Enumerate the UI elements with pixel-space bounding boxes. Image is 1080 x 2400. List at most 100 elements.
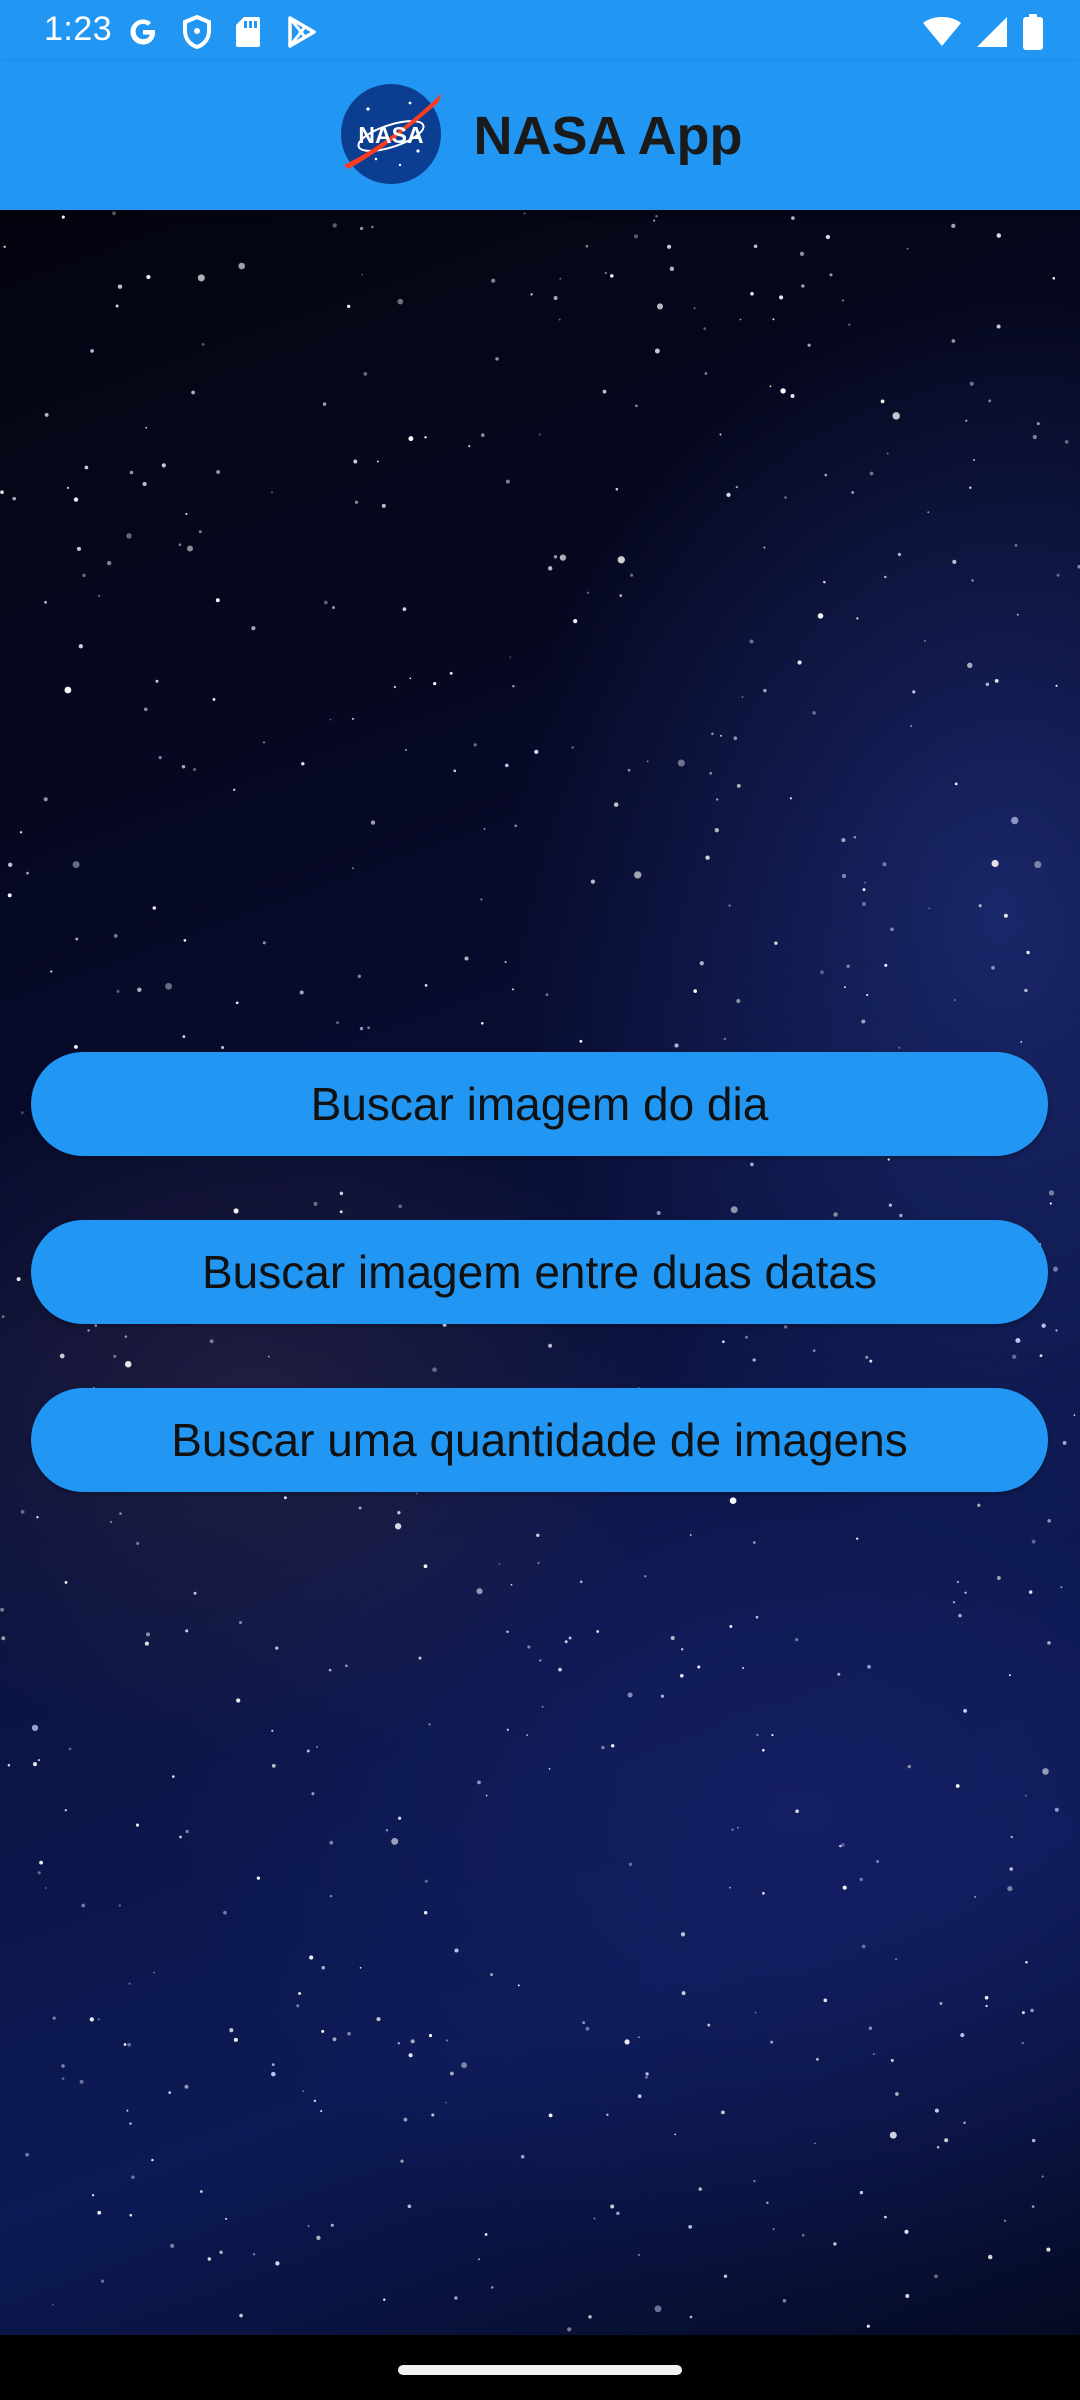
star: [385, 1829, 389, 1832]
star: [1, 1636, 6, 1641]
star: [1024, 1794, 1027, 1797]
star: [996, 324, 1001, 329]
star: [1025, 1961, 1028, 1964]
star: [505, 763, 509, 768]
star: [689, 1534, 692, 1536]
star: [704, 372, 708, 375]
star: [229, 2028, 234, 2033]
star: [894, 1958, 898, 1961]
star: [904, 2229, 909, 2234]
star: [283, 1496, 287, 1500]
star: [736, 783, 741, 788]
star: [653, 219, 656, 222]
star: [129, 2122, 132, 2125]
star: [8, 862, 13, 867]
star: [352, 867, 354, 870]
star: [1047, 1518, 1052, 1523]
star: [864, 881, 866, 884]
star: [882, 862, 887, 867]
star: [880, 399, 885, 404]
star: [1060, 1586, 1063, 1589]
star: [107, 560, 112, 566]
star: [646, 760, 649, 763]
star: [762, 1892, 765, 1895]
star: [483, 828, 486, 830]
star: [298, 1991, 302, 1996]
star: [207, 2257, 212, 2261]
star: [302, 2090, 305, 2093]
daily-image-button[interactable]: Buscar imagem do dia: [31, 1052, 1048, 1156]
star: [564, 1640, 568, 1644]
star: [954, 782, 958, 786]
star: [135, 1823, 140, 1827]
star: [559, 277, 562, 280]
star: [1003, 2219, 1007, 2223]
star: [627, 768, 631, 772]
star: [973, 459, 976, 461]
star: [329, 1894, 333, 1898]
star: [477, 1780, 481, 1785]
star: [674, 1043, 679, 1048]
star: [271, 2071, 276, 2077]
star: [677, 759, 685, 767]
star: [876, 1859, 880, 1864]
star: [964, 1591, 967, 1594]
star: [711, 732, 714, 736]
star: [867, 1664, 871, 1669]
star: [473, 743, 477, 747]
star: [707, 2023, 711, 2027]
star: [512, 685, 515, 688]
star: [50, 970, 53, 973]
star: [332, 2037, 337, 2042]
star: [955, 1784, 960, 1788]
star: [123, 2043, 127, 2046]
star: [90, 349, 94, 353]
star: [558, 318, 561, 321]
star: [843, 986, 846, 989]
star: [73, 497, 79, 502]
star: [345, 1664, 348, 1668]
star: [423, 1910, 428, 1915]
star: [275, 1646, 279, 1650]
star: [952, 1601, 956, 1604]
star: [596, 1630, 600, 1633]
star: [367, 1026, 370, 1030]
star: [994, 679, 999, 683]
star: [1030, 2008, 1034, 2013]
star: [331, 605, 336, 610]
star: [1031, 1539, 1036, 1544]
star: [68, 1747, 72, 1751]
star: [1042, 1768, 1049, 1775]
app-bar: NASA NASA App: [0, 62, 1080, 210]
star: [953, 999, 956, 1001]
star: [840, 1843, 845, 1847]
star: [541, 1705, 544, 1708]
star: [853, 835, 857, 839]
star: [534, 749, 539, 755]
star: [782, 2299, 787, 2303]
navigation-bar: [0, 2335, 1080, 2400]
star: [329, 1840, 334, 1845]
star: [397, 2042, 401, 2045]
star: [179, 1835, 182, 1839]
star: [635, 404, 638, 408]
star: [866, 2324, 870, 2328]
star: [571, 746, 575, 749]
star: [309, 1955, 314, 1960]
star: [1047, 1641, 1051, 1645]
between-dates-button[interactable]: Buscar imagem entre duas datas: [31, 1220, 1048, 1324]
star: [72, 861, 80, 869]
star: [191, 390, 195, 395]
star: [1028, 1590, 1033, 1594]
star: [353, 459, 358, 464]
star: [490, 1973, 494, 1977]
star: [0, 490, 4, 494]
star: [454, 2296, 458, 2300]
star: [306, 1749, 310, 1753]
image-quantity-button[interactable]: Buscar uma quantidade de imagens: [31, 1388, 1048, 1492]
star: [400, 2159, 404, 2163]
star: [418, 1656, 422, 1660]
star: [7, 1763, 11, 1767]
star: [890, 2058, 894, 2062]
home-gesture-handle[interactable]: [398, 2365, 682, 2375]
